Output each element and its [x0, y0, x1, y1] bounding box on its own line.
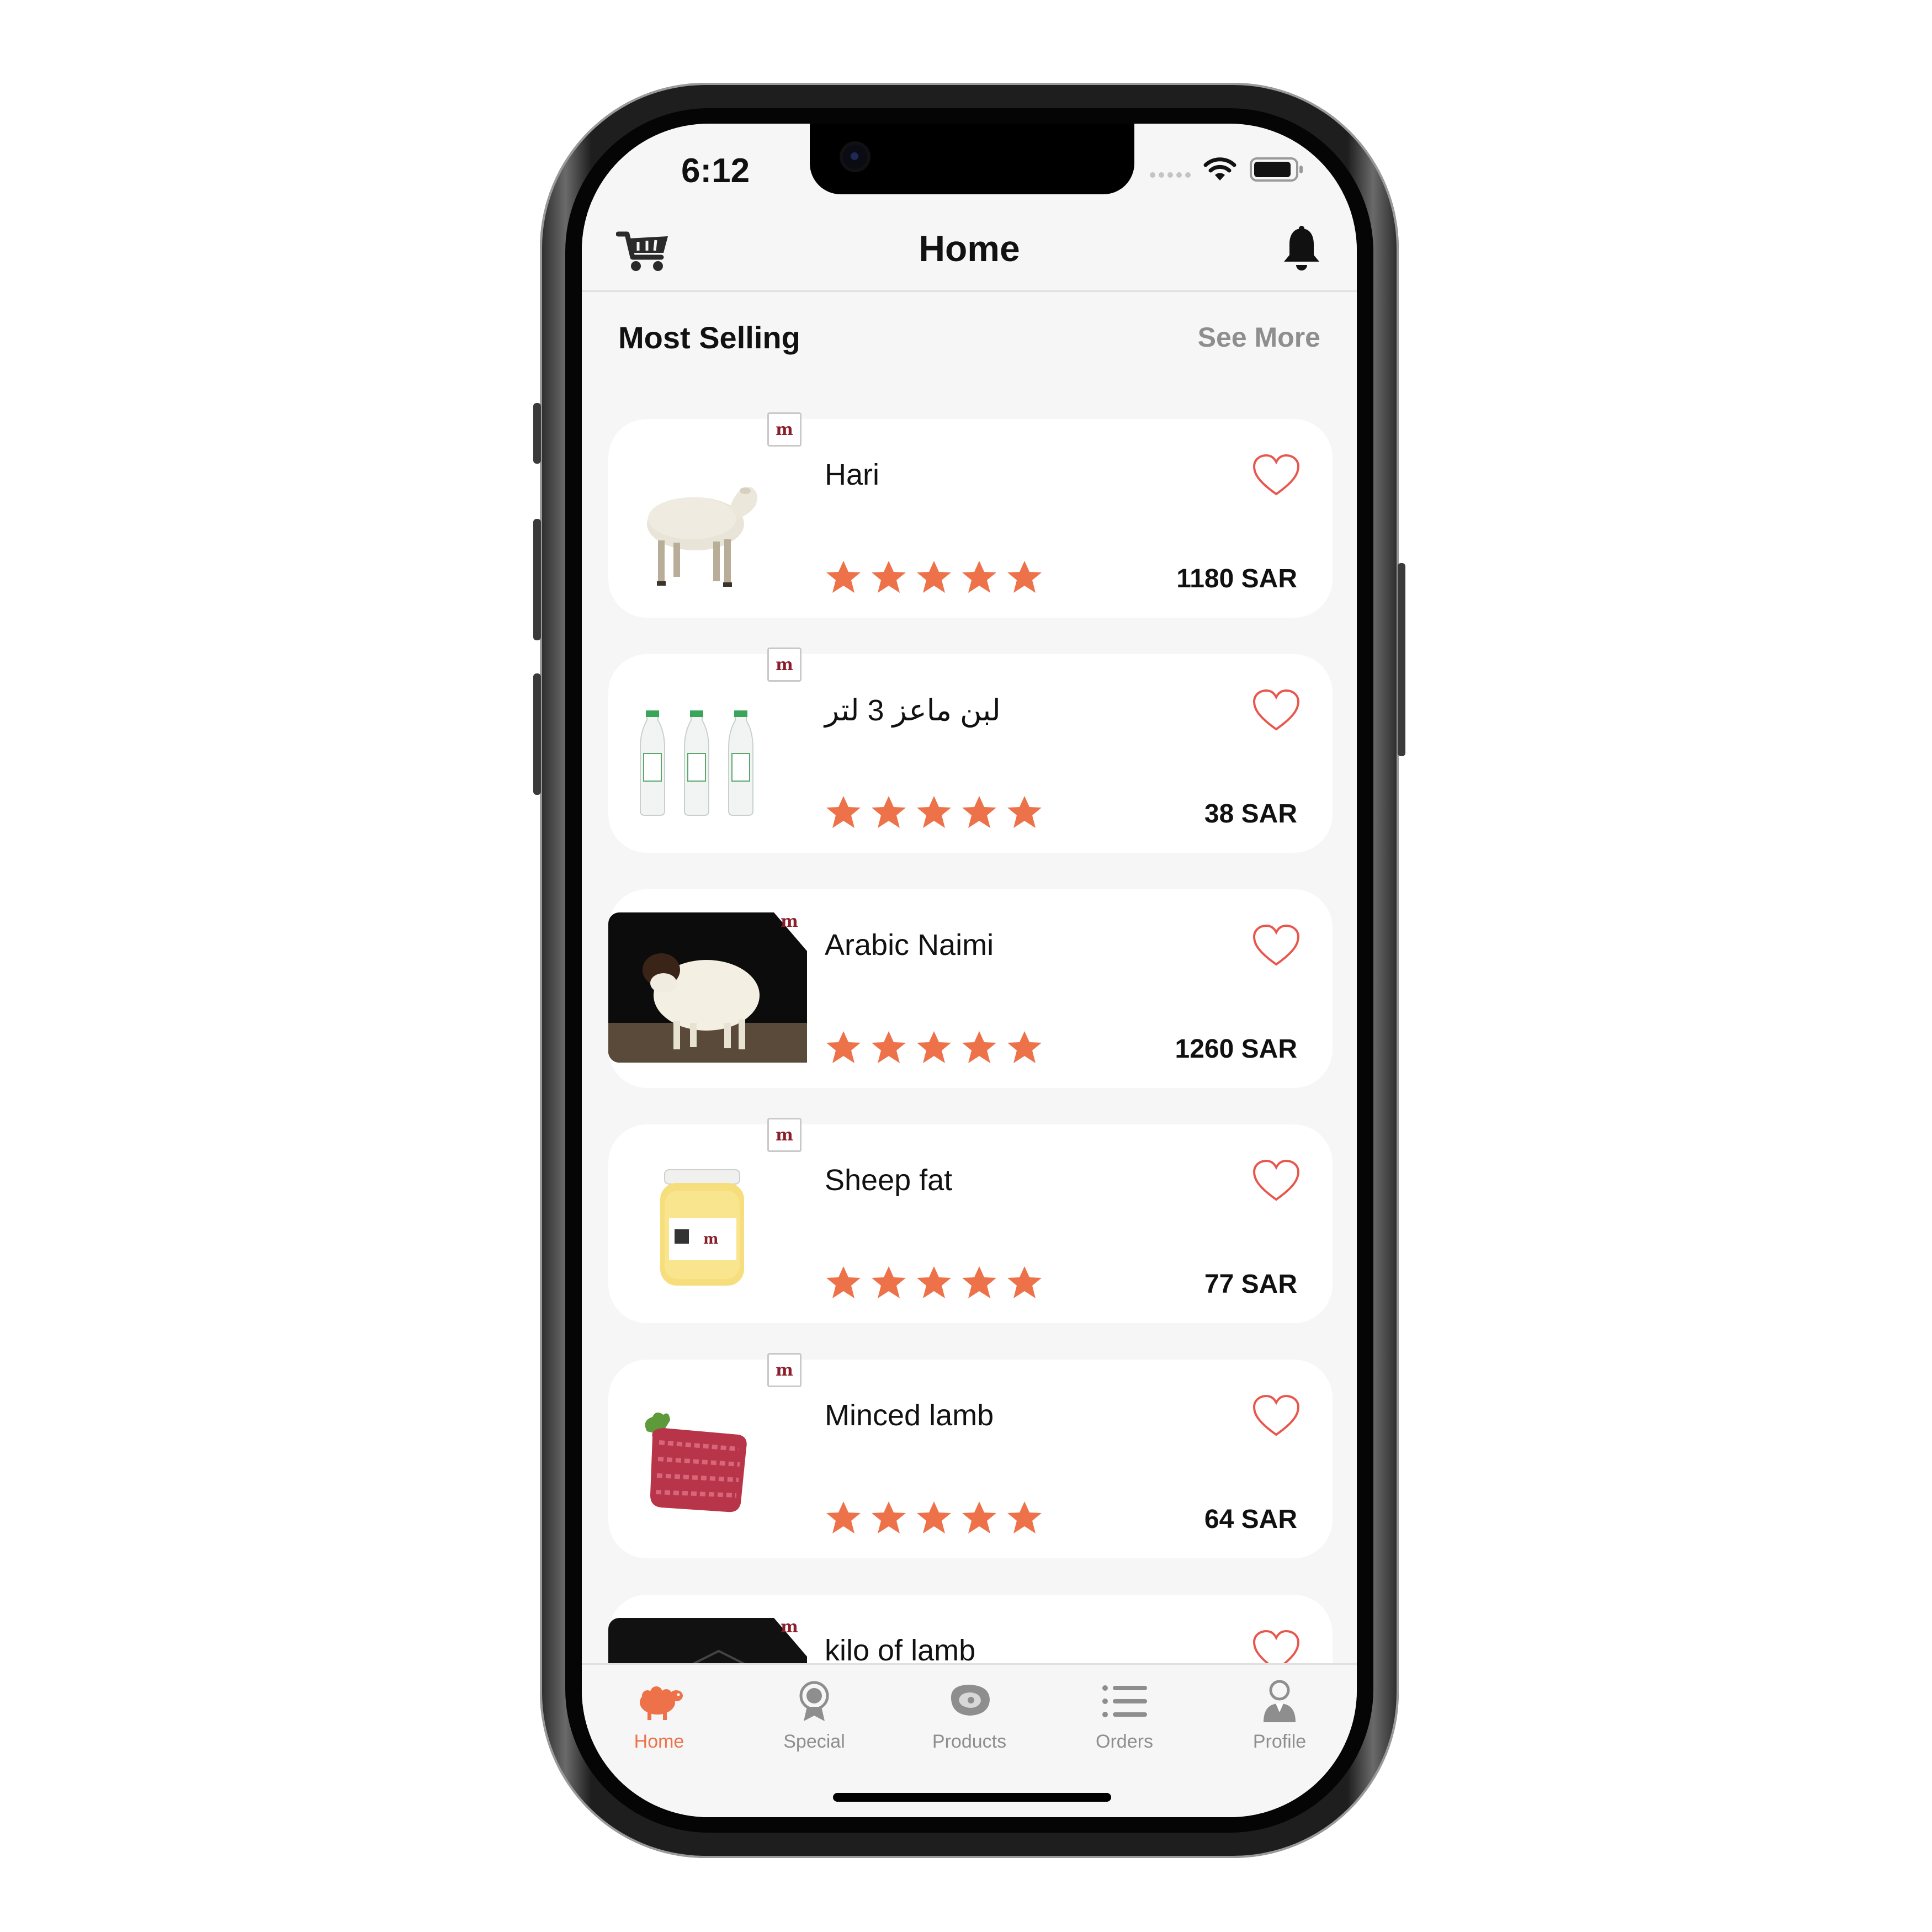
tab-profile[interactable]: Profile	[1219, 1679, 1340, 1753]
star-icon	[917, 1501, 951, 1533]
tab-orders[interactable]: Orders	[1064, 1679, 1185, 1753]
product-card[interactable]: m Arabic Naimi 1260 SAR	[608, 889, 1333, 1088]
product-price: 64 SAR	[1204, 1505, 1297, 1534]
page-title: Home	[919, 228, 1020, 269]
notch	[810, 124, 1134, 194]
rating-stars	[825, 559, 1043, 596]
star-icon	[1007, 1266, 1042, 1298]
tab-home[interactable]: Home	[598, 1679, 720, 1753]
rating-stars	[825, 1500, 1043, 1536]
tab-label: Orders	[1096, 1731, 1153, 1752]
wifi-icon	[1203, 156, 1237, 183]
product-card[interactable]: m Minced lamb 64 SAR	[608, 1353, 1333, 1558]
brand-badge: m	[781, 911, 798, 931]
product-image	[630, 441, 763, 596]
star-icon	[962, 1031, 996, 1063]
product-image	[630, 1382, 763, 1536]
battery-icon	[1249, 156, 1304, 183]
star-icon	[872, 1031, 906, 1063]
status-time: 6:12	[681, 152, 750, 190]
product-price: 1260 SAR	[1175, 1034, 1297, 1064]
rating-stars	[825, 1029, 1043, 1066]
tab-special[interactable]: Special	[753, 1679, 875, 1753]
star-icon	[826, 1266, 861, 1298]
product-card[interactable]: m Hari 1180 SAR	[608, 412, 1333, 618]
signal-icon	[1150, 172, 1191, 178]
product-price: 1180 SAR	[1176, 564, 1297, 593]
favorite-heart-icon[interactable]	[1252, 1159, 1301, 1203]
sheep-icon	[640, 1686, 683, 1720]
volume-up-button	[533, 519, 541, 640]
list-icon	[1102, 1685, 1147, 1717]
front-camera-icon	[843, 145, 867, 169]
svg-text:m: m	[703, 1231, 719, 1248]
product-name: Arabic Naimi	[825, 928, 994, 962]
power-button	[1398, 563, 1405, 756]
product-card[interactable]: m لبن ماعز 3 لتر 38 SAR	[608, 647, 1333, 853]
brand-badge: m	[767, 647, 802, 682]
star-icon	[962, 796, 996, 828]
meat-icon	[951, 1685, 990, 1716]
product-image: m	[630, 1147, 763, 1301]
rating-stars	[825, 794, 1043, 831]
award-icon	[799, 1681, 829, 1721]
app-screen: 6:12 Home Most Selling See More m Hari 1…	[582, 124, 1357, 1817]
star-icon	[1007, 1031, 1042, 1063]
brand-badge: m	[781, 1617, 798, 1637]
star-icon	[1007, 796, 1042, 828]
star-icon	[872, 561, 906, 593]
product-name: kilo of lamb	[825, 1634, 976, 1667]
favorite-heart-icon[interactable]	[1252, 1394, 1301, 1438]
favorite-heart-icon[interactable]	[1252, 688, 1301, 733]
product-name: Minced lamb	[825, 1399, 994, 1432]
product-price: 77 SAR	[1204, 1270, 1297, 1299]
product-card[interactable]: m m Sheep fat 77 SAR	[608, 1118, 1333, 1323]
star-icon	[917, 1266, 951, 1298]
product-name: Hari	[825, 458, 880, 491]
volume-down-button	[533, 673, 541, 795]
tab-label: Products	[932, 1731, 1007, 1752]
rating-stars	[825, 1265, 1043, 1301]
star-icon	[872, 796, 906, 828]
product-name: Sheep fat	[825, 1164, 953, 1197]
section-title: Most Selling	[618, 320, 800, 355]
product-name: لبن ماعز 3 لتر	[825, 694, 1001, 727]
favorite-heart-icon[interactable]	[1252, 453, 1301, 497]
star-icon	[826, 1501, 861, 1533]
star-icon	[826, 1031, 861, 1063]
star-icon	[962, 561, 996, 593]
star-icon	[826, 561, 861, 593]
top-header: Home	[582, 201, 1357, 292]
star-icon	[917, 1031, 951, 1063]
tab-label: Home	[634, 1731, 684, 1752]
see-more-link[interactable]: See More	[1198, 321, 1320, 353]
home-indicator[interactable]	[833, 1793, 1111, 1802]
star-icon	[826, 796, 861, 828]
brand-badge: m	[767, 412, 802, 447]
bell-icon[interactable]	[1282, 225, 1321, 273]
star-icon	[917, 561, 951, 593]
star-icon	[962, 1266, 996, 1298]
star-icon	[962, 1501, 996, 1533]
star-icon	[1007, 561, 1042, 593]
star-icon	[872, 1501, 906, 1533]
brand-badge: m	[767, 1118, 802, 1152]
silent-switch	[533, 403, 541, 464]
star-icon	[917, 796, 951, 828]
favorite-heart-icon[interactable]	[1252, 923, 1301, 968]
star-icon	[872, 1266, 906, 1298]
tab-products[interactable]: Products	[909, 1679, 1030, 1753]
person-icon	[1264, 1680, 1296, 1722]
brand-badge: m	[767, 1353, 802, 1387]
tab-label: Special	[783, 1731, 845, 1752]
product-price: 38 SAR	[1204, 799, 1297, 829]
product-image	[630, 676, 763, 831]
star-icon	[1007, 1501, 1042, 1533]
tab-label: Profile	[1252, 1731, 1307, 1752]
